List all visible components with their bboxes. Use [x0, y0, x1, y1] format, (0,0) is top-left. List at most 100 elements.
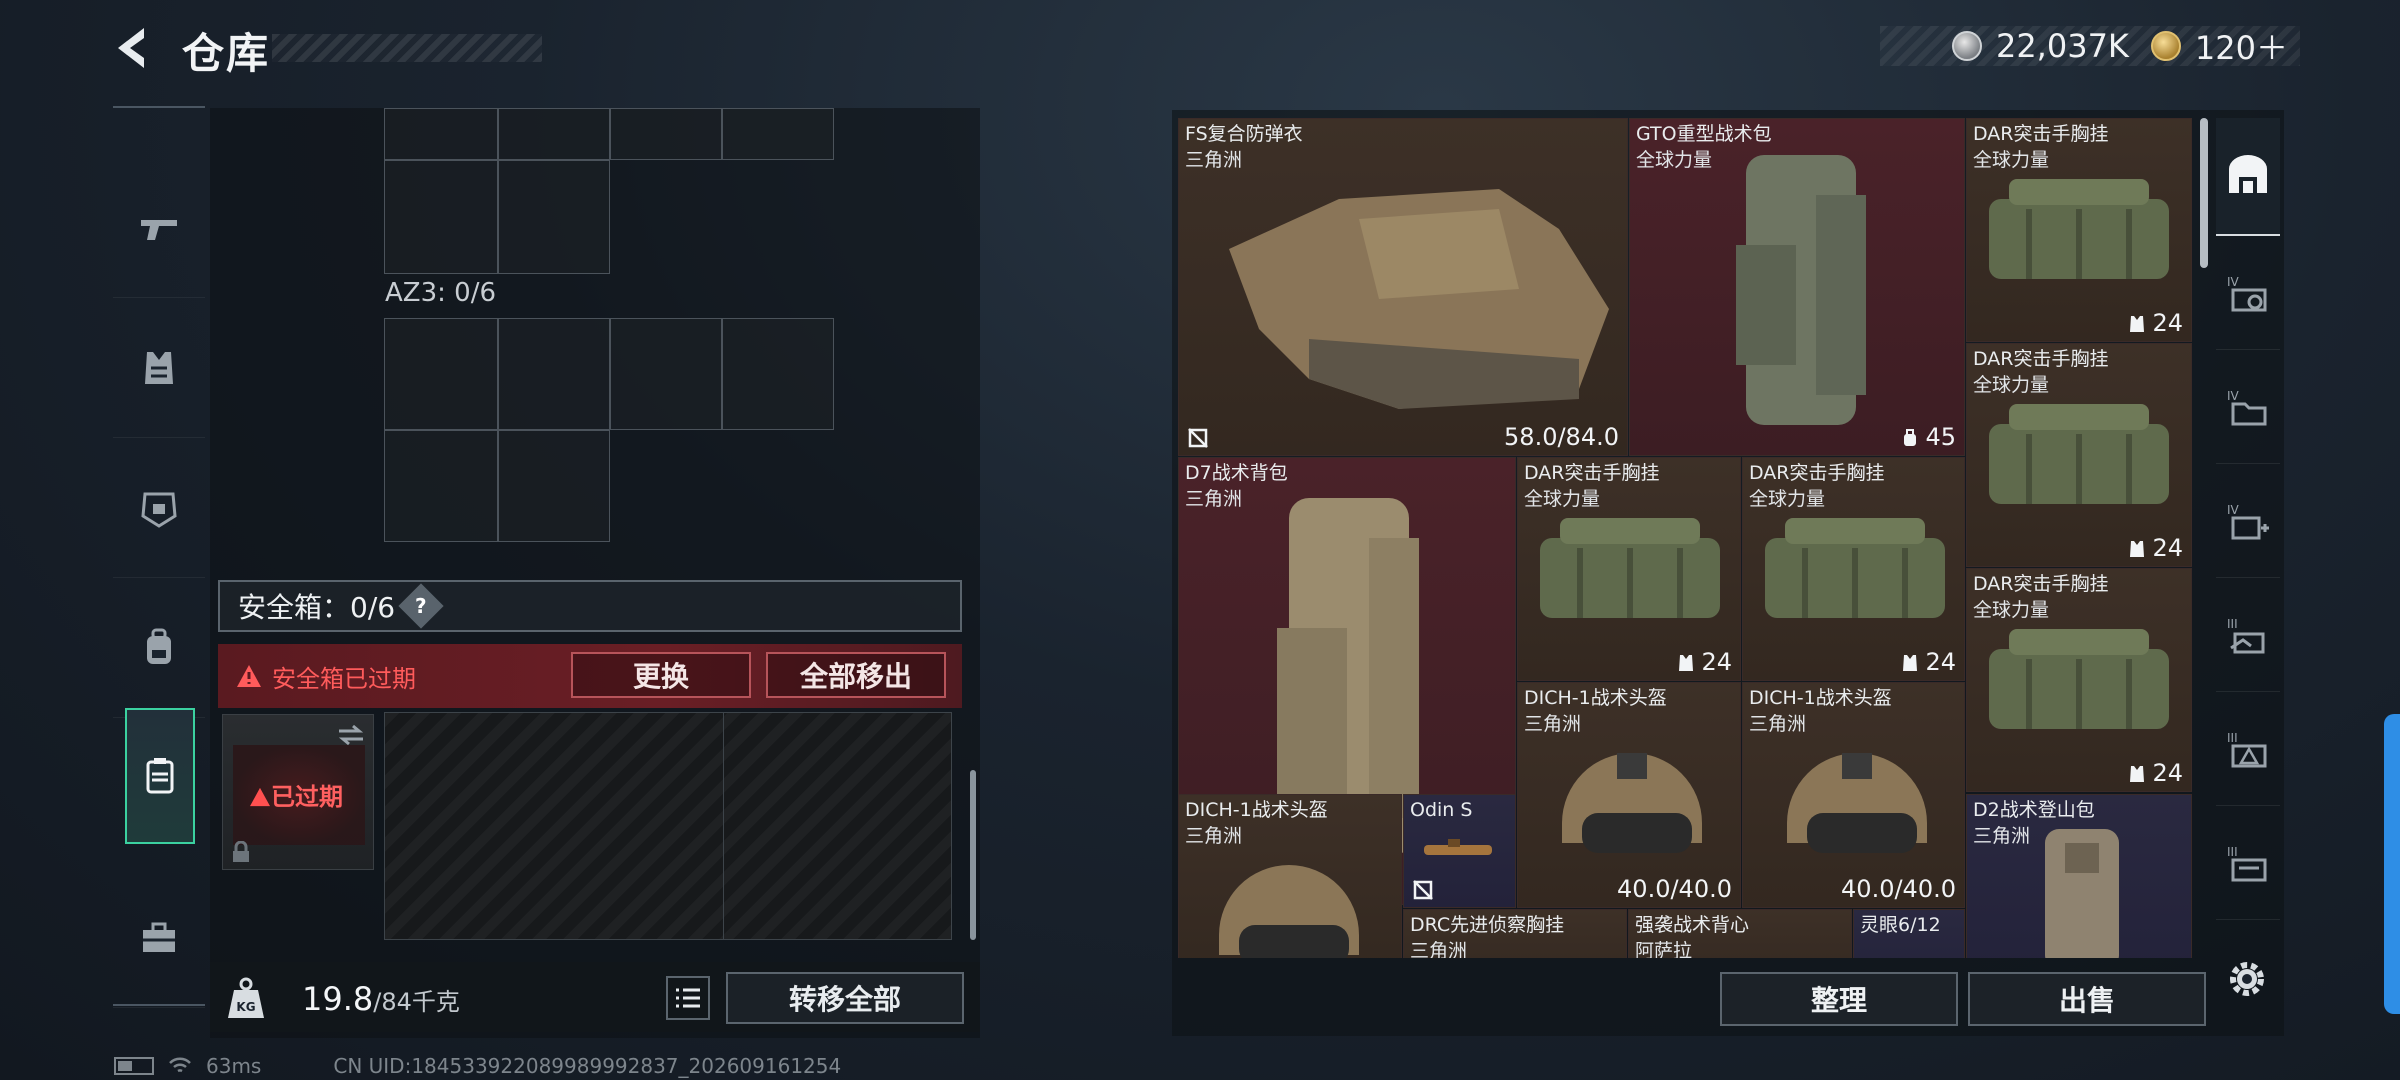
item-dar-rig[interactable]: DAR突击手胸挂 全球力量 24: [1742, 457, 1965, 681]
folder-icon: IV: [2227, 389, 2267, 425]
item-name: DICH-1战术头盔: [1185, 799, 1328, 821]
item-odin-s[interactable]: Odin S: [1403, 794, 1516, 908]
grid-cell[interactable]: [498, 108, 610, 160]
item-drc-rig[interactable]: DRC先进侦察胸挂 三角洲: [1403, 909, 1627, 958]
backpack-small-icon: [1903, 429, 1916, 446]
item-origin: 三角洲: [1185, 825, 1243, 847]
nav-armor[interactable]: [113, 438, 205, 578]
back-arrow-icon[interactable]: [110, 24, 154, 72]
tab-warehouse-5[interactable]: III: [2216, 582, 2280, 692]
status-line: 63ms CN UID:1845339220899899928​37_20260…: [114, 1054, 841, 1078]
scope-image: [1424, 839, 1492, 855]
item-dich-helmet[interactable]: DICH-1战术头盔 三角洲 40.0/40.0: [1517, 682, 1741, 908]
backpack-image: [2045, 829, 2119, 958]
item-assault-vest[interactable]: 强袭战术背心 阿萨拉: [1628, 909, 1852, 958]
lock-icon: [233, 841, 249, 862]
left-scrollbar[interactable]: [970, 770, 976, 940]
item-dar-rig[interactable]: DAR突击手胸挂 全球力量 24: [1517, 457, 1741, 681]
backpack-icon: [147, 628, 171, 664]
vest-small-icon: [1678, 655, 1693, 671]
chest-rig-image: [1989, 404, 2169, 504]
item-origin: 三角洲: [1749, 713, 1807, 735]
grid-cell[interactable]: [384, 108, 498, 160]
nav-weapons[interactable]: [113, 158, 205, 298]
svg-text:KG: KG: [236, 1000, 255, 1014]
item-name: FS复合防弹衣: [1185, 123, 1303, 145]
item-origin: 三角洲: [1973, 825, 2031, 847]
item-capacity: 24: [2129, 309, 2183, 337]
item-dar-rig[interactable]: DAR突击手胸挂 全球力量 24: [1966, 343, 2192, 567]
gold-currency-value[interactable]: 120＋: [2195, 23, 2288, 69]
page-title: 仓库: [182, 29, 271, 78]
transfer-all-button[interactable]: 转移全部: [726, 972, 964, 1024]
help-icon[interactable]: ?: [398, 583, 444, 629]
grid-cell[interactable]: [722, 318, 834, 430]
item-origin: 全球力量: [1973, 599, 2050, 621]
tab-warehouse-6[interactable]: III: [2216, 696, 2280, 806]
slot-expired-text: 已过期: [271, 783, 343, 811]
item-capacity: 24: [1678, 648, 1732, 676]
expired-warning-text: 安全箱已过期: [272, 664, 416, 693]
grid-cell[interactable]: [498, 318, 610, 430]
sell-button[interactable]: 出售: [1968, 972, 2206, 1026]
vest-icon: [145, 351, 173, 384]
nav-safe-box[interactable]: [125, 708, 195, 844]
nav-backpack[interactable]: [113, 578, 205, 718]
grid-cell[interactable]: [384, 318, 498, 430]
replace-button[interactable]: 更换: [571, 652, 751, 698]
item-dar-rig[interactable]: DAR突击手胸挂 全球力量 24: [1966, 118, 2192, 342]
helmet-image: [1562, 753, 1702, 853]
item-origin: 全球力量: [1973, 149, 2050, 171]
organize-button[interactable]: 整理: [1720, 972, 1958, 1026]
weight-readout: 19.8/84千克: [302, 980, 460, 1018]
nav-toolbox[interactable]: [113, 868, 205, 1008]
grid-cell[interactable]: [498, 160, 610, 274]
edge-drawer-tab[interactable]: [2384, 714, 2400, 1014]
list-view-button[interactable]: [666, 976, 710, 1020]
armor-icon: [141, 492, 177, 528]
item-origin: 阿萨拉: [1635, 940, 1693, 958]
item-origin: 三角洲: [1410, 940, 1468, 958]
help-glyph: ?: [415, 593, 427, 618]
safe-area-divider: [723, 713, 724, 939]
slot-expired-label: 已过期: [249, 777, 343, 812]
item-dich-helmet[interactable]: DICH-1战术头盔 三角洲 40.0/40.0: [1742, 682, 1965, 908]
safe-box-storage-area[interactable]: [384, 712, 952, 940]
safe-box-slot[interactable]: 已过期: [222, 714, 374, 870]
tab-warehouse-2[interactable]: IV: [2216, 240, 2280, 350]
right-scrollbar[interactable]: [2200, 118, 2208, 268]
tab-roman: IV: [2227, 275, 2240, 289]
item-name: DAR突击手胸挂: [1973, 123, 2109, 145]
item-origin: 三角洲: [1524, 713, 1582, 735]
grid-cell[interactable]: [498, 430, 610, 542]
item-capacity-value: 24: [2152, 534, 2183, 562]
grid-cell[interactable]: [722, 108, 834, 160]
chest-rig-image: [1765, 518, 1945, 618]
tab-warehouse-3[interactable]: IV: [2216, 354, 2280, 464]
gold-coin-icon: [2150, 31, 2181, 61]
grid-cell[interactable]: [384, 430, 498, 542]
item-gto-pack[interactable]: GTO重型战术包 全球力量 45: [1629, 118, 1965, 456]
item-fs-armor[interactable]: FS复合防弹衣 三角洲 58.0/84.0: [1178, 118, 1628, 456]
item-d2-pack[interactable]: D2战术登山包 三角洲: [1966, 794, 2192, 958]
item-dich-helmet[interactable]: DICH-1战术头盔 三角洲: [1178, 794, 1402, 958]
remove-all-button[interactable]: 全部移出: [766, 652, 946, 698]
tab-warehouse-4[interactable]: IV: [2216, 468, 2280, 578]
toolbox-icon: [143, 922, 175, 952]
grid-cell[interactable]: [610, 318, 722, 430]
item-dar-rig[interactable]: DAR突击手胸挂 全球力量 24: [1966, 568, 2192, 792]
grid-cell[interactable]: [610, 108, 722, 160]
az3-capacity-label: AZ3: 0/6: [385, 278, 497, 308]
item-origin: 全球力量: [1636, 149, 1713, 171]
grid-cell[interactable]: [384, 160, 498, 274]
item-capacity-value: 24: [2152, 759, 2183, 787]
item-scope-6-12[interactable]: 灵眼6/12: [1853, 909, 1965, 958]
warehouse-icon: [2229, 155, 2267, 193]
tab-warehouse-main[interactable]: [2216, 118, 2280, 236]
tab-warehouse-7[interactable]: III: [2216, 810, 2280, 920]
swap-icon[interactable]: [337, 723, 365, 747]
nav-chest-rig[interactable]: [113, 298, 205, 438]
item-capacity: 24: [2129, 534, 2183, 562]
gear-icon[interactable]: [2222, 954, 2272, 1004]
chest-rig-image: [1989, 179, 2169, 279]
